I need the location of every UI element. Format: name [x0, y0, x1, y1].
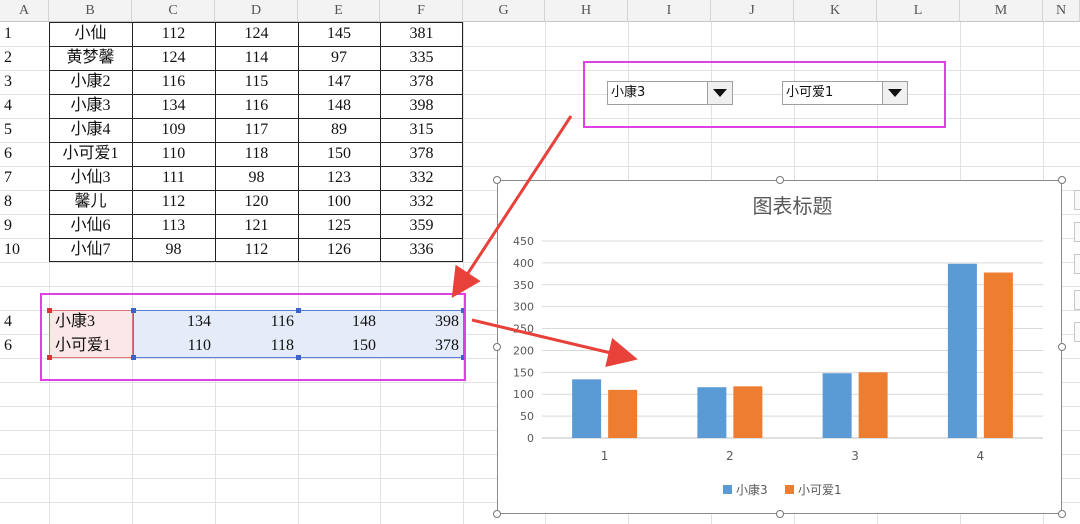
- chart-filters-button[interactable]: [1074, 254, 1080, 274]
- bar-series1[interactable]: [822, 373, 852, 438]
- chart-layout-button[interactable]: [1074, 290, 1080, 310]
- legend-label[interactable]: 小可爱1: [798, 483, 842, 497]
- chart-resize-handle[interactable]: [493, 343, 501, 351]
- bar-series2[interactable]: [858, 372, 888, 438]
- chart-resize-handle[interactable]: [776, 510, 784, 518]
- column-header[interactable]: L: [877, 0, 960, 22]
- chart-resize-handle[interactable]: [776, 176, 784, 184]
- x-tick-label: 3: [851, 449, 859, 463]
- y-tick-label: 450: [513, 235, 534, 248]
- table-border-horizontal: [49, 166, 463, 167]
- column-header[interactable]: E: [298, 0, 380, 22]
- chart-title[interactable]: 图表标题: [753, 194, 833, 218]
- second-name-dropdown[interactable]: 小可爱1: [782, 81, 908, 105]
- row-label[interactable]: 6: [0, 142, 49, 166]
- row-label[interactable]: 4: [0, 94, 49, 118]
- second-dropdown-value: 小可爱1: [786, 85, 834, 100]
- bar-series1[interactable]: [947, 263, 977, 438]
- row-label[interactable]: 9: [0, 214, 49, 238]
- y-tick-label: 300: [513, 301, 534, 314]
- bar-series2[interactable]: [608, 389, 638, 438]
- legend-swatch: [723, 485, 732, 494]
- lookup-rows-box: [40, 293, 466, 381]
- y-tick-label: 350: [513, 279, 534, 292]
- row-label[interactable]: 8: [0, 190, 49, 214]
- x-tick-label: 2: [726, 449, 734, 463]
- column-header[interactable]: J: [711, 0, 794, 22]
- bar-series2[interactable]: [733, 386, 763, 438]
- chart-resize-handle[interactable]: [1058, 343, 1066, 351]
- table-border-horizontal: [49, 118, 463, 119]
- column-header[interactable]: H: [545, 0, 628, 22]
- column-header[interactable]: C: [132, 0, 215, 22]
- x-tick-label: 1: [601, 449, 609, 463]
- row-label[interactable]: 7: [0, 166, 49, 190]
- y-tick-label: 400: [513, 257, 534, 270]
- x-tick-label: 4: [977, 449, 985, 463]
- row-label[interactable]: 10: [0, 238, 49, 262]
- table-border-horizontal: [49, 238, 463, 239]
- row-label[interactable]: 5: [0, 118, 49, 142]
- column-header[interactable]: N: [1043, 0, 1080, 22]
- chart-resize-handle[interactable]: [1058, 176, 1066, 184]
- column-header[interactable]: A: [0, 0, 49, 22]
- first-name-dropdown[interactable]: 小康3: [607, 81, 733, 105]
- chart-resize-handle[interactable]: [1058, 510, 1066, 518]
- table-border-horizontal: [49, 94, 463, 95]
- y-tick-label: 50: [520, 410, 534, 423]
- table-border-horizontal: [49, 214, 463, 215]
- first-dropdown-value: 小康3: [611, 85, 646, 100]
- y-tick-label: 100: [513, 388, 534, 401]
- chart-styles-button[interactable]: [1074, 222, 1080, 242]
- bar-series1[interactable]: [572, 379, 602, 438]
- chart-resize-handle[interactable]: [493, 510, 501, 518]
- column-header[interactable]: F: [380, 0, 463, 22]
- column-header[interactable]: D: [215, 0, 298, 22]
- bar-series2[interactable]: [983, 272, 1013, 438]
- y-tick-label: 150: [513, 366, 534, 379]
- column-header[interactable]: G: [463, 0, 545, 22]
- column-header[interactable]: M: [960, 0, 1043, 22]
- chart-elements-button[interactable]: [1074, 190, 1080, 210]
- table-border-horizontal: [49, 190, 463, 191]
- y-tick-label: 250: [513, 323, 534, 336]
- bar-series1[interactable]: [697, 387, 727, 438]
- row-label[interactable]: 3: [0, 70, 49, 94]
- chart-more-button[interactable]: [1074, 322, 1080, 342]
- chart-resize-handle[interactable]: [493, 176, 501, 184]
- column-header[interactable]: K: [794, 0, 877, 22]
- chart-canvas: 图表标题 0 50 100 150 200 250 300 350 400 450 1 2 3 4 小康3 小可…: [513, 194, 1043, 497]
- legend-label[interactable]: 小康3: [736, 482, 768, 497]
- row-label[interactable]: 1: [0, 22, 49, 46]
- column-header[interactable]: B: [49, 0, 132, 22]
- row-label[interactable]: 2: [0, 46, 49, 70]
- legend-swatch: [785, 485, 794, 494]
- dropdown-arrow-icon[interactable]: [707, 82, 732, 104]
- table-border-horizontal: [49, 70, 463, 71]
- table-border-horizontal: [49, 46, 463, 47]
- grid-line-vertical: [463, 22, 464, 524]
- y-tick-label: 0: [527, 432, 534, 445]
- column-header[interactable]: I: [628, 0, 711, 22]
- y-tick-label: 200: [513, 344, 534, 357]
- bar-chart[interactable]: 图表标题 0 50 100 150 200 250 300 350 400 450 1 2 3 4 小康3 小可…: [497, 180, 1062, 514]
- table-border-horizontal: [49, 142, 463, 143]
- dropdown-arrow-icon[interactable]: [882, 82, 907, 104]
